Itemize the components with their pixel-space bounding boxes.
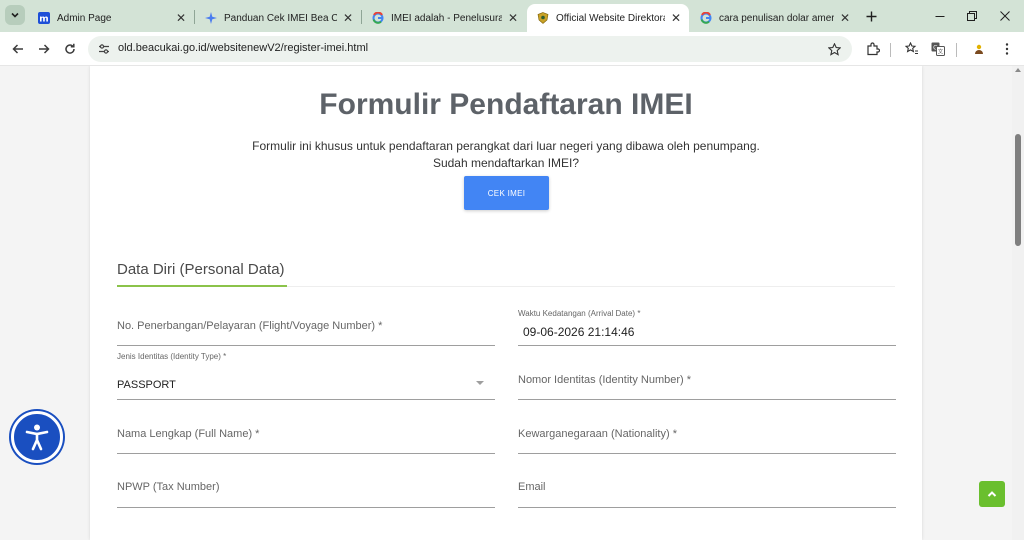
browser-toolbar: old.beacukai.go.id/websitenewV2/register… (0, 32, 1024, 66)
star-list-icon (905, 42, 918, 55)
google-icon (372, 12, 384, 24)
google-icon (700, 12, 712, 24)
chrome-menu-button[interactable] (998, 40, 1016, 58)
tab-title: Official Website Direktorat Je (556, 12, 665, 24)
description-line: Sudah mendaftarkan IMEI? (432, 156, 580, 170)
plus-icon (866, 11, 876, 21)
minimize-icon (935, 16, 945, 17)
close-icon[interactable]: ✕ (506, 11, 520, 25)
toolbar-divider (890, 43, 891, 57)
svg-text:m: m (39, 15, 48, 25)
address-bar[interactable]: old.beacukai.go.id/websitenewV2/register… (88, 36, 852, 62)
tab-admin-page[interactable]: m Admin Page ✕ (28, 4, 194, 32)
arrival-date-label: Waktu Kedatangan (Arrival Date) * (518, 309, 641, 318)
scrollbar-thumb[interactable] (1015, 134, 1021, 246)
field-underline (117, 399, 495, 400)
dropdown-caret-icon[interactable] (476, 381, 484, 385)
page-description: Formulir ini khusus untuk pendaftaran pe… (90, 138, 922, 172)
flight-number-label: No. Penerbangan/Pelayaran (Flight/Voyage… (117, 320, 383, 332)
puzzle-icon (867, 42, 880, 56)
description-line: Formulir ini khusus untuk pendaftaran pe… (252, 139, 760, 153)
svg-text:文: 文 (938, 48, 944, 56)
forward-button[interactable] (34, 39, 54, 59)
cek-imei-button[interactable]: CEK IMEI (464, 176, 549, 210)
identity-type-value[interactable]: PASSPORT (117, 379, 176, 391)
close-icon[interactable]: ✕ (669, 11, 683, 25)
close-icon[interactable]: ✕ (341, 11, 355, 25)
bookmark-star-icon[interactable] (826, 41, 842, 57)
profile-button[interactable] (970, 40, 988, 58)
minimize-button[interactable] (930, 6, 950, 26)
accessibility-button[interactable] (11, 411, 63, 463)
tab-imei-adalah[interactable]: IMEI adalah - Penelusuran G ✕ (362, 4, 526, 32)
tab-cara-penulisan[interactable]: cara penulisan dolar amerika ✕ (690, 4, 858, 32)
identity-type-label: Jenis Identitas (Identity Type) * (117, 352, 227, 361)
bookmarks-button[interactable] (903, 40, 921, 58)
scroll-up-arrow-icon[interactable] (1015, 68, 1021, 72)
page-scrollbar[interactable] (1012, 66, 1024, 540)
site-info-icon[interactable] (97, 42, 111, 56)
tab-title: Panduan Cek IMEI Bea Cukai (224, 12, 337, 24)
field-underline (518, 345, 896, 346)
close-icon (1000, 11, 1010, 21)
back-to-top-button[interactable] (979, 481, 1005, 507)
section-title: Data Diri (Personal Data) (117, 261, 285, 278)
new-tab-button[interactable] (862, 7, 880, 25)
field-underline (518, 399, 896, 400)
form-card: Formulir Pendaftaran IMEI Formulir ini k… (90, 66, 922, 540)
tab-official-website[interactable]: Official Website Direktorat Je ✕ (527, 4, 689, 32)
close-icon[interactable]: ✕ (174, 11, 188, 25)
restore-icon (967, 11, 977, 21)
reload-icon (65, 43, 75, 54)
accessibility-icon (25, 424, 49, 451)
npwp-label: NPWP (Tax Number) (117, 481, 220, 493)
arrow-right-icon (39, 44, 50, 54)
field-underline (117, 345, 495, 346)
arrival-date-value[interactable]: 09-06-2026 21:14:46 (523, 325, 634, 339)
identity-number-label: Nomor Identitas (Identity Number) * (518, 374, 692, 386)
email-label: Email (518, 481, 546, 493)
extensions-button[interactable] (864, 40, 882, 58)
tab-search-button[interactable] (5, 5, 25, 25)
translate-icon: G文 (931, 42, 945, 56)
close-window-button[interactable] (995, 6, 1015, 26)
nationality-label: Kewarganegaraan (Nationality) * (518, 428, 677, 440)
tab-title: cara penulisan dolar amerika (719, 12, 834, 24)
tab-panduan-cek-imei[interactable]: Panduan Cek IMEI Bea Cukai ✕ (195, 4, 361, 32)
chevron-down-icon (11, 12, 19, 18)
translate-button[interactable]: G文 (929, 40, 947, 58)
more-vertical-icon (1005, 43, 1009, 55)
page-title: Formulir Pendaftaran IMEI (319, 88, 693, 121)
field-underline (117, 453, 495, 454)
section-underline (117, 285, 287, 287)
url-text[interactable]: old.beacukai.go.id/websitenewV2/register… (118, 42, 368, 54)
field-underline (518, 453, 896, 454)
back-button[interactable] (8, 39, 28, 59)
tab-title: IMEI adalah - Penelusuran G (391, 12, 502, 24)
profile-avatar-icon (975, 44, 983, 54)
arrow-left-icon (12, 44, 23, 54)
restore-button[interactable] (962, 6, 982, 26)
page-viewport: Formulir Pendaftaran IMEI Formulir ini k… (0, 66, 1024, 540)
m-logo-icon: m (38, 12, 50, 24)
close-icon[interactable]: ✕ (838, 11, 852, 25)
sparkle-icon (205, 12, 217, 24)
toolbar-divider (956, 43, 957, 57)
field-underline (518, 507, 896, 508)
chevron-up-icon (987, 491, 997, 497)
reload-button[interactable] (60, 39, 80, 59)
customs-emblem-icon (537, 12, 549, 24)
field-underline (117, 507, 495, 508)
tab-title: Admin Page (57, 12, 112, 24)
full-name-label: Nama Lengkap (Full Name) * (117, 428, 260, 440)
tab-strip: m Admin Page ✕ Panduan Cek IMEI Bea Cuka… (0, 0, 1024, 32)
